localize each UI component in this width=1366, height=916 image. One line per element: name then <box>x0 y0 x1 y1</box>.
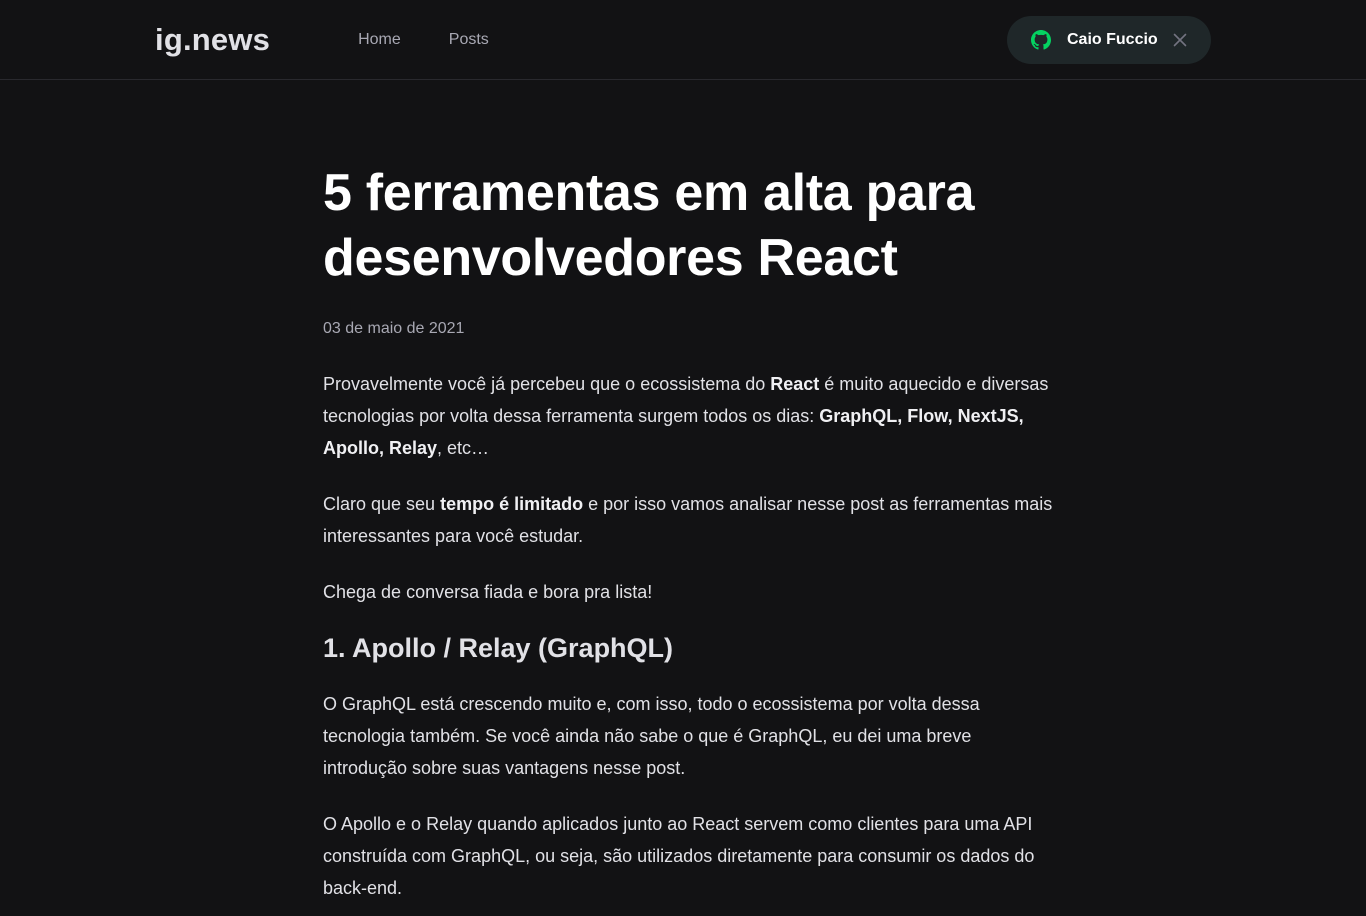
post-date: 03 de maio de 2021 <box>323 320 465 337</box>
user-name: Caio Fuccio <box>1067 30 1158 48</box>
nav-posts-link[interactable]: Posts <box>449 31 489 49</box>
post-paragraph: Claro que seu tempo é limitado e por iss… <box>323 488 1053 552</box>
nav-home-link[interactable]: Home <box>358 31 401 49</box>
text-span: , etc… <box>437 438 490 458</box>
close-icon[interactable] <box>1173 33 1187 47</box>
post-paragraph: O GraphQL está crescendo muito e, com is… <box>323 694 980 778</box>
site-header: ig.news Home Posts Caio Fuccio <box>0 0 1366 80</box>
github-icon <box>1031 29 1051 50</box>
post-article: 5 ferramentas em alta para desenvolvedor… <box>323 80 1053 904</box>
post-paragraph: Chega de conversa fiada e bora pra lista… <box>323 582 653 602</box>
post-paragraph: O Apollo e o Relay quando aplicados junt… <box>323 814 1035 898</box>
header-content: ig.news Home Posts Caio Fuccio <box>155 0 1211 79</box>
text-span: Claro que seu <box>323 494 441 514</box>
bold-text: tempo é limitado <box>440 494 584 514</box>
text-span: Provavelmente você já percebeu que o eco… <box>323 374 771 394</box>
post-title: 5 ferramentas em alta para desenvolvedor… <box>323 164 975 287</box>
section-heading: 1. Apollo / Relay (GraphQL) <box>323 633 674 663</box>
main-nav: Home Posts <box>358 0 537 79</box>
bold-text: React <box>770 374 820 394</box>
post-paragraph: Provavelmente você já percebeu que o eco… <box>323 368 1053 464</box>
post-content: Provavelmente você já percebeu que o eco… <box>323 368 1053 904</box>
github-sign-out-button[interactable]: Caio Fuccio <box>1007 15 1211 64</box>
site-logo[interactable]: ig.news <box>155 22 270 58</box>
